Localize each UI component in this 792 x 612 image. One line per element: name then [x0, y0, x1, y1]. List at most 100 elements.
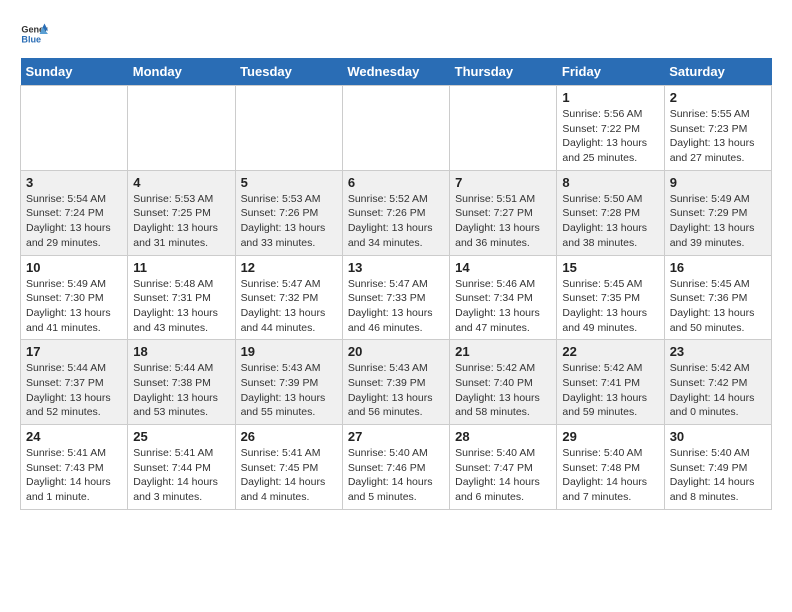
day-info: Sunrise: 5:49 AM Sunset: 7:30 PM Dayligh… [26, 277, 122, 336]
day-info: Sunrise: 5:47 AM Sunset: 7:32 PM Dayligh… [241, 277, 337, 336]
day-number: 15 [562, 260, 658, 275]
day-number: 18 [133, 344, 229, 359]
page-header: General Blue [20, 20, 772, 48]
day-info: Sunrise: 5:49 AM Sunset: 7:29 PM Dayligh… [670, 192, 766, 251]
day-info: Sunrise: 5:44 AM Sunset: 7:37 PM Dayligh… [26, 361, 122, 420]
day-number: 16 [670, 260, 766, 275]
weekday-header-row: SundayMondayTuesdayWednesdayThursdayFrid… [21, 58, 772, 86]
day-info: Sunrise: 5:56 AM Sunset: 7:22 PM Dayligh… [562, 107, 658, 166]
day-number: 6 [348, 175, 444, 190]
day-info: Sunrise: 5:54 AM Sunset: 7:24 PM Dayligh… [26, 192, 122, 251]
weekday-header-monday: Monday [128, 58, 235, 86]
day-cell [450, 86, 557, 171]
day-cell: 22 Sunrise: 5:42 AM Sunset: 7:41 PM Dayli… [557, 340, 664, 425]
day-info: Sunrise: 5:47 AM Sunset: 7:33 PM Dayligh… [348, 277, 444, 336]
week-row-3: 10 Sunrise: 5:49 AM Sunset: 7:30 PM Dayli… [21, 255, 772, 340]
day-cell: 30 Sunrise: 5:40 AM Sunset: 7:49 PM Dayli… [664, 425, 771, 510]
day-cell [128, 86, 235, 171]
day-number: 4 [133, 175, 229, 190]
weekday-header-tuesday: Tuesday [235, 58, 342, 86]
calendar-table: SundayMondayTuesdayWednesdayThursdayFrid… [20, 58, 772, 510]
day-cell: 17 Sunrise: 5:44 AM Sunset: 7:37 PM Dayli… [21, 340, 128, 425]
day-cell: 21Sunrise: 5:42 AM Sunset: 7:40 PM Dayli… [450, 340, 557, 425]
day-info: Sunrise: 5:53 AM Sunset: 7:26 PM Dayligh… [241, 192, 337, 251]
day-number: 14 [455, 260, 551, 275]
day-number: 22 [562, 344, 658, 359]
day-cell [342, 86, 449, 171]
day-number: 17 [26, 344, 122, 359]
day-number: 1 [562, 90, 658, 105]
day-number: 29 [562, 429, 658, 444]
day-cell: 12 Sunrise: 5:47 AM Sunset: 7:32 PM Dayli… [235, 255, 342, 340]
day-number: 10 [26, 260, 122, 275]
day-cell: 24 Sunrise: 5:41 AM Sunset: 7:43 PM Dayli… [21, 425, 128, 510]
day-number: 27 [348, 429, 444, 444]
day-number: 8 [562, 175, 658, 190]
week-row-4: 17 Sunrise: 5:44 AM Sunset: 7:37 PM Dayli… [21, 340, 772, 425]
day-info: Sunrise: 5:51 AM Sunset: 7:27 PM Dayligh… [455, 192, 551, 251]
day-cell: 5 Sunrise: 5:53 AM Sunset: 7:26 PM Daylig… [235, 170, 342, 255]
weekday-header-saturday: Saturday [664, 58, 771, 86]
day-info: Sunrise: 5:50 AM Sunset: 7:28 PM Dayligh… [562, 192, 658, 251]
day-cell: 15 Sunrise: 5:45 AM Sunset: 7:35 PM Dayli… [557, 255, 664, 340]
day-number: 25 [133, 429, 229, 444]
day-info: Sunrise: 5:46 AM Sunset: 7:34 PM Dayligh… [455, 277, 551, 336]
day-cell: 6 Sunrise: 5:52 AM Sunset: 7:26 PM Daylig… [342, 170, 449, 255]
day-cell: 10 Sunrise: 5:49 AM Sunset: 7:30 PM Dayli… [21, 255, 128, 340]
day-info: Sunrise: 5:43 AM Sunset: 7:39 PM Dayligh… [241, 361, 337, 420]
day-cell: 13Sunrise: 5:47 AM Sunset: 7:33 PM Dayli… [342, 255, 449, 340]
day-number: 23 [670, 344, 766, 359]
day-info: Sunrise: 5:53 AM Sunset: 7:25 PM Dayligh… [133, 192, 229, 251]
day-number: 28 [455, 429, 551, 444]
day-number: 9 [670, 175, 766, 190]
day-cell: 9 Sunrise: 5:49 AM Sunset: 7:29 PM Daylig… [664, 170, 771, 255]
day-number: 12 [241, 260, 337, 275]
day-info: Sunrise: 5:42 AM Sunset: 7:41 PM Dayligh… [562, 361, 658, 420]
day-info: Sunrise: 5:41 AM Sunset: 7:45 PM Dayligh… [241, 446, 337, 505]
day-cell: 18 Sunrise: 5:44 AM Sunset: 7:38 PM Dayli… [128, 340, 235, 425]
day-info: Sunrise: 5:45 AM Sunset: 7:35 PM Dayligh… [562, 277, 658, 336]
day-cell: 2Sunrise: 5:55 AM Sunset: 7:23 PM Daylig… [664, 86, 771, 171]
day-number: 24 [26, 429, 122, 444]
day-cell: 28 Sunrise: 5:40 AM Sunset: 7:47 PM Dayli… [450, 425, 557, 510]
day-cell: 8 Sunrise: 5:50 AM Sunset: 7:28 PM Daylig… [557, 170, 664, 255]
weekday-header-friday: Friday [557, 58, 664, 86]
day-info: Sunrise: 5:41 AM Sunset: 7:43 PM Dayligh… [26, 446, 122, 505]
day-info: Sunrise: 5:40 AM Sunset: 7:46 PM Dayligh… [348, 446, 444, 505]
weekday-header-wednesday: Wednesday [342, 58, 449, 86]
day-cell: 26 Sunrise: 5:41 AM Sunset: 7:45 PM Dayli… [235, 425, 342, 510]
day-number: 11 [133, 260, 229, 275]
day-info: Sunrise: 5:40 AM Sunset: 7:47 PM Dayligh… [455, 446, 551, 505]
day-number: 30 [670, 429, 766, 444]
svg-text:Blue: Blue [21, 34, 41, 44]
logo: General Blue [20, 20, 52, 48]
day-info: Sunrise: 5:40 AM Sunset: 7:48 PM Dayligh… [562, 446, 658, 505]
day-cell: 27 Sunrise: 5:40 AM Sunset: 7:46 PM Dayli… [342, 425, 449, 510]
day-cell: 4 Sunrise: 5:53 AM Sunset: 7:25 PM Daylig… [128, 170, 235, 255]
day-number: 21 [455, 344, 551, 359]
day-info: Sunrise: 5:43 AM Sunset: 7:39 PM Dayligh… [348, 361, 444, 420]
weekday-header-thursday: Thursday [450, 58, 557, 86]
day-info: Sunrise: 5:41 AM Sunset: 7:44 PM Dayligh… [133, 446, 229, 505]
day-info: Sunrise: 5:40 AM Sunset: 7:49 PM Dayligh… [670, 446, 766, 505]
day-number: 20 [348, 344, 444, 359]
day-info: Sunrise: 5:44 AM Sunset: 7:38 PM Dayligh… [133, 361, 229, 420]
day-number: 7 [455, 175, 551, 190]
weekday-header-sunday: Sunday [21, 58, 128, 86]
day-info: Sunrise: 5:42 AM Sunset: 7:42 PM Dayligh… [670, 361, 766, 420]
day-info: Sunrise: 5:55 AM Sunset: 7:23 PM Dayligh… [670, 107, 766, 166]
day-number: 26 [241, 429, 337, 444]
day-cell: 1 Sunrise: 5:56 AM Sunset: 7:22 PM Daylig… [557, 86, 664, 171]
logo-icon: General Blue [20, 20, 48, 48]
day-cell [21, 86, 128, 171]
day-cell: 20 Sunrise: 5:43 AM Sunset: 7:39 PM Dayli… [342, 340, 449, 425]
day-cell: 23 Sunrise: 5:42 AM Sunset: 7:42 PM Dayli… [664, 340, 771, 425]
day-cell: 3Sunrise: 5:54 AM Sunset: 7:24 PM Daylig… [21, 170, 128, 255]
day-info: Sunrise: 5:52 AM Sunset: 7:26 PM Dayligh… [348, 192, 444, 251]
week-row-5: 24 Sunrise: 5:41 AM Sunset: 7:43 PM Dayli… [21, 425, 772, 510]
day-cell: 19Sunrise: 5:43 AM Sunset: 7:39 PM Dayli… [235, 340, 342, 425]
day-cell: 29 Sunrise: 5:40 AM Sunset: 7:48 PM Dayli… [557, 425, 664, 510]
week-row-2: 3Sunrise: 5:54 AM Sunset: 7:24 PM Daylig… [21, 170, 772, 255]
day-number: 5 [241, 175, 337, 190]
day-info: Sunrise: 5:48 AM Sunset: 7:31 PM Dayligh… [133, 277, 229, 336]
